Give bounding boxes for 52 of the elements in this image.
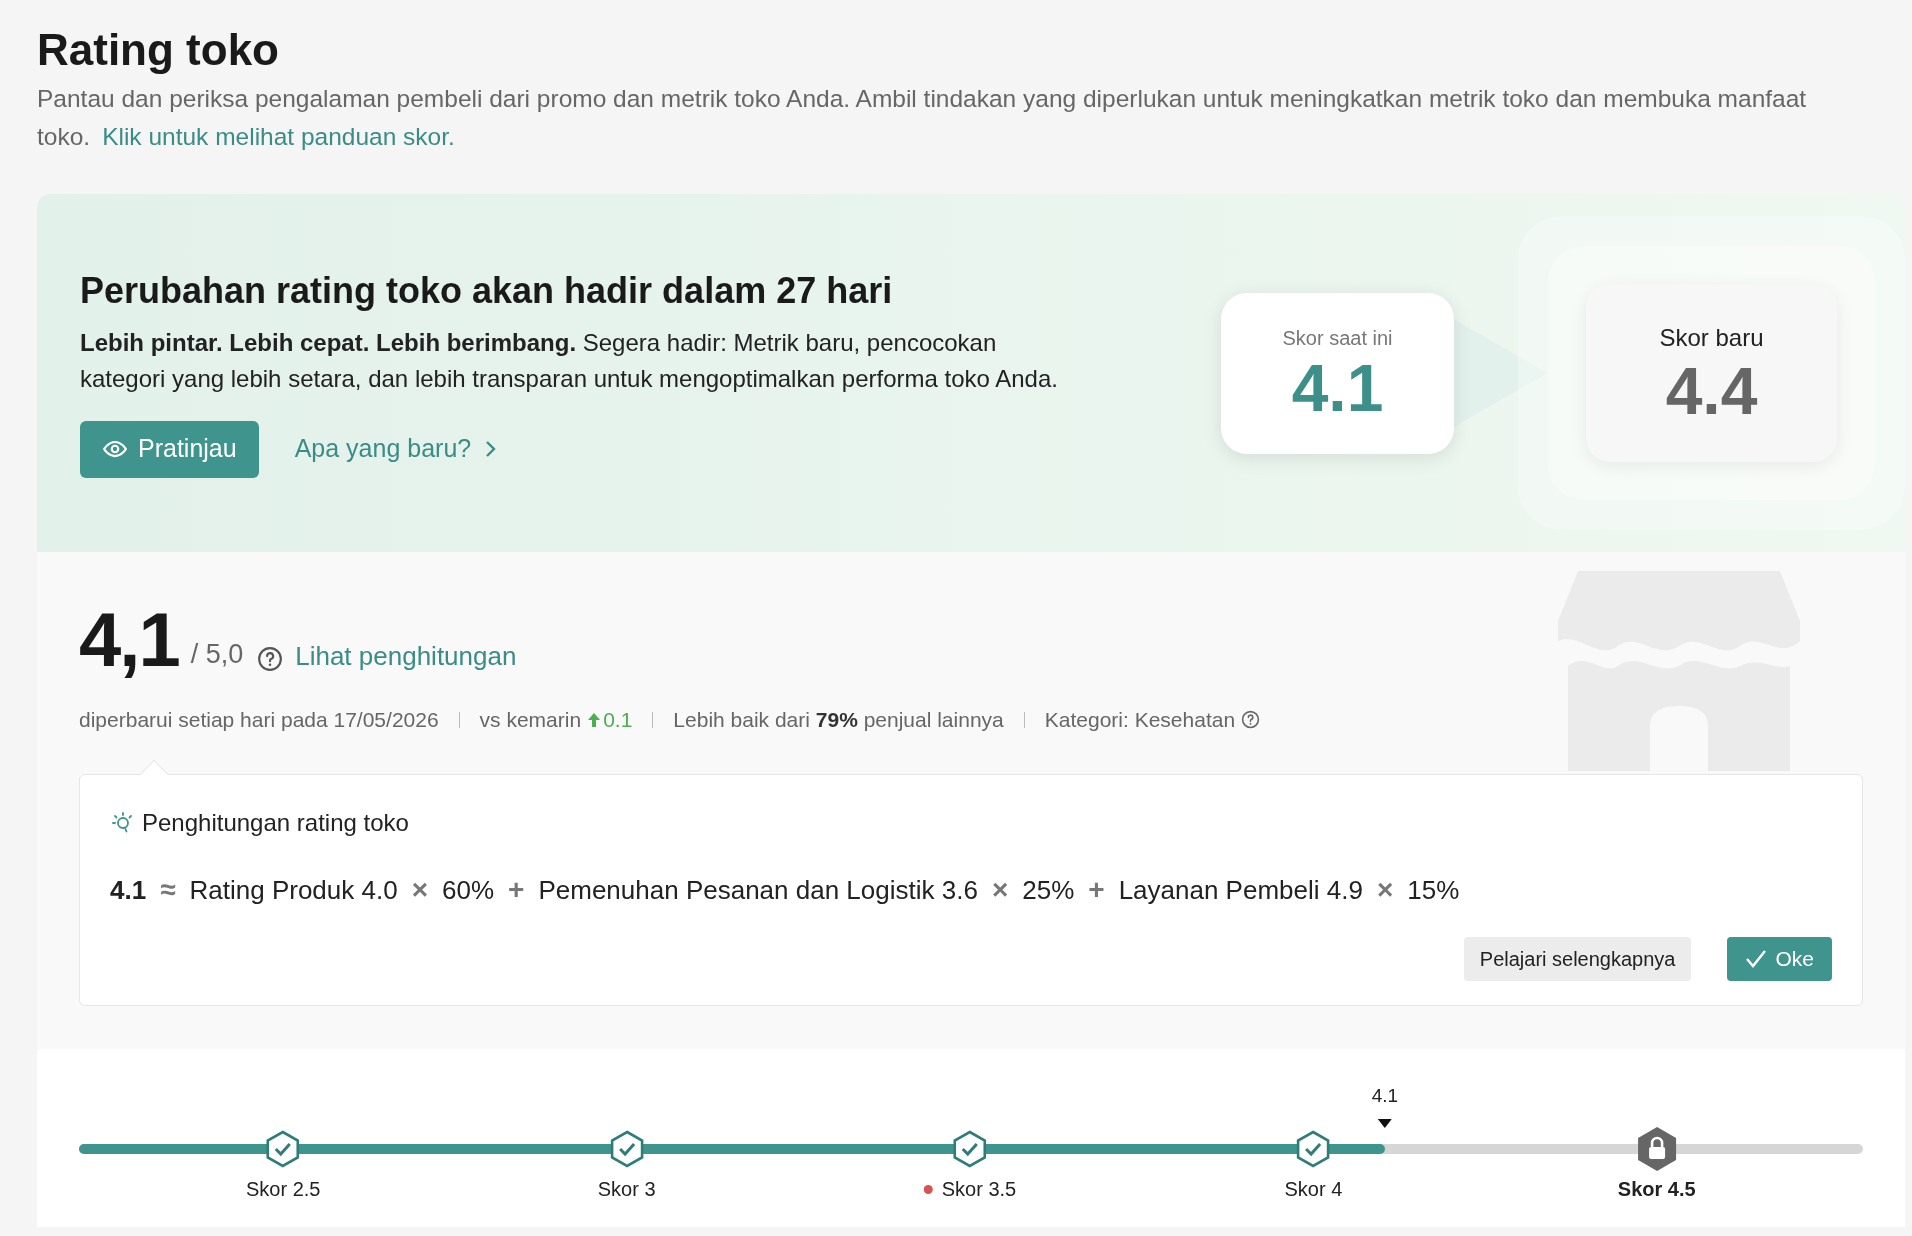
meta-text: Lebih baik dari 79% penjual lainnya: [673, 707, 1004, 733]
operator-symbol: +: [508, 878, 525, 902]
guide-link[interactable]: Klik untuk melihat panduan skor.: [102, 123, 455, 150]
rating-max: / 5,0: [190, 637, 244, 671]
milestone-label: Skor 4.5: [1617, 1177, 1696, 1202]
operator-symbol: ×: [411, 878, 429, 902]
formula-result: 4.1: [110, 873, 147, 907]
milestone-label: Skor 3.5: [941, 1177, 1017, 1202]
operator-symbol: ≈: [160, 878, 176, 902]
milestone-label: Skor 4: [1284, 1177, 1343, 1202]
formula-term: Layanan Pembeli 4.9: [1118, 873, 1363, 907]
lightbulb-icon: [110, 810, 134, 835]
check-icon: [1745, 948, 1768, 969]
ok-button[interactable]: Oke: [1727, 936, 1832, 981]
whats-new-link[interactable]: Apa yang baru?: [294, 430, 498, 468]
formula-term: 15%: [1407, 873, 1460, 907]
arrow-up-icon: [588, 712, 601, 727]
change-value: 0.1: [603, 707, 633, 733]
calculation-title: Penghitungan rating toko: [142, 807, 409, 838]
formula-term: 60%: [442, 873, 495, 907]
banner-title: Perubahan rating toko akan hadir dalam 27 hari: [80, 268, 894, 313]
milestone-label: Skor 3: [597, 1177, 656, 1202]
badge-check-icon: [1295, 1130, 1332, 1168]
help-icon: [1241, 710, 1261, 730]
new-score-value: 4.4: [1665, 356, 1758, 426]
operator-symbol: +: [1088, 878, 1105, 902]
milestone-label: Skor 2.5: [246, 1177, 321, 1202]
new-score-label: Skor baru: [1659, 323, 1764, 353]
category-label: Kategori: Kesehatan: [1044, 707, 1236, 733]
operator-symbol: ×: [1376, 878, 1394, 902]
formula-term: Pemenuhan Pesanan dan Logistik 3.6: [538, 873, 978, 907]
learn-more-button[interactable]: Pelajari selengkapnya: [1463, 936, 1692, 981]
comparison-label: vs kemarin: [479, 707, 582, 733]
preview-button[interactable]: Pratinjau: [80, 420, 259, 478]
page-description: Pantau dan periksa pengalaman pembeli dari promo dan metrik toko Anda. Ambil tindakan yang diperlukan untuk meningkatkan metrik toko dan membuka manfaat toko. Klik untuk melihat panduan skor.: [37, 84, 1808, 152]
formula-term: 25%: [1022, 873, 1075, 907]
current-score-value: 4.1: [1291, 353, 1384, 423]
meta-text: diperbarui setiap hari pada 17/05/2026: [79, 707, 439, 733]
caret-down-icon: [1377, 1118, 1392, 1128]
formula-term: Rating Produk 4.0: [189, 873, 398, 907]
current-score-marker: 4.1: [1371, 1084, 1399, 1108]
calculation-link[interactable]: Lihat penghitungan: [295, 637, 517, 676]
banner-text: Lebih pintar. Lebih cepat. Lebih berimbang. Segera hadir: Metrik baru, pencocokan kategori yang lebih setara, dan lebih transparan untuk mengoptimalkan performa toko Anda.: [80, 327, 1059, 394]
current-score-label: Skor saat ini: [1282, 326, 1393, 351]
page-title: Rating toko: [37, 24, 280, 76]
operator-symbol: ×: [991, 878, 1009, 902]
badge-check-icon: [952, 1130, 988, 1168]
chevron-right-icon: [485, 440, 498, 458]
help-icon: [257, 646, 284, 672]
badge-check-icon: [265, 1130, 302, 1168]
badge-check-icon: [608, 1130, 645, 1168]
store-rating-value: 4,1: [79, 602, 179, 678]
